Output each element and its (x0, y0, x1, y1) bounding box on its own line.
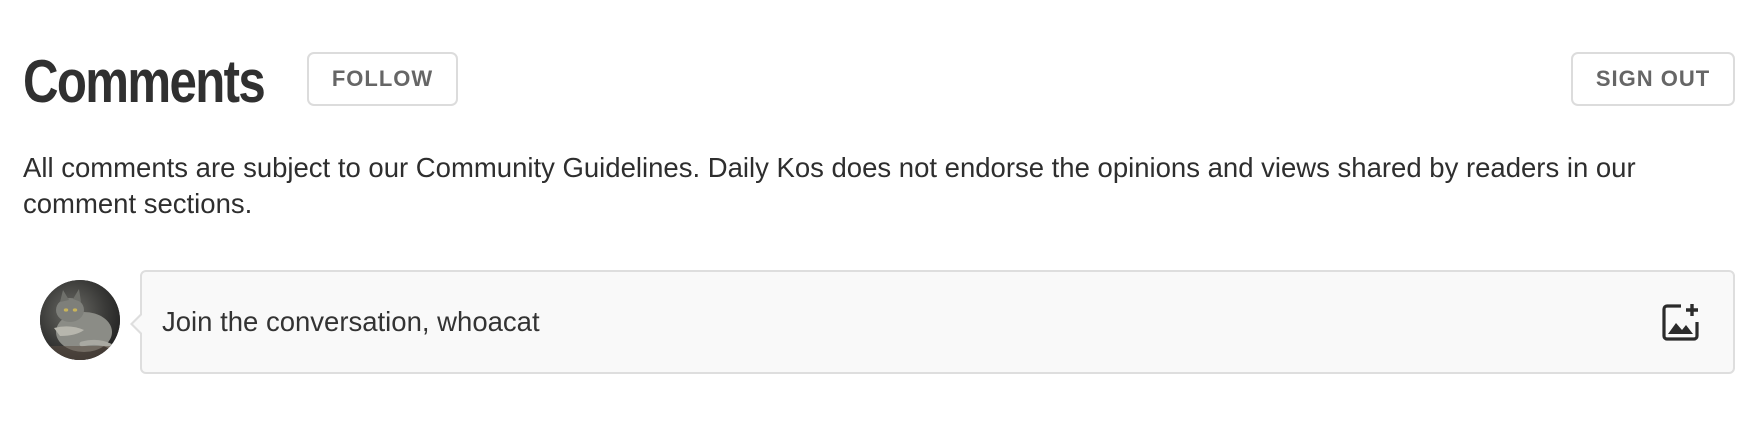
composer-pointer (130, 312, 143, 336)
comments-section: Comments FOLLOW SIGN OUT All comments ar… (23, 40, 1735, 374)
comment-input[interactable]: Join the conversation, whoacat (130, 270, 1735, 374)
follow-button[interactable]: FOLLOW (307, 52, 458, 106)
comment-input-placeholder: Join the conversation, whoacat (162, 306, 540, 337)
cat-avatar-icon (40, 280, 120, 360)
sign-out-button[interactable]: SIGN OUT (1571, 52, 1735, 106)
user-avatar (40, 280, 120, 360)
comment-composer-row: Join the conversation, whoacat (40, 270, 1735, 374)
add-image-icon[interactable] (1661, 302, 1701, 342)
comments-header: Comments FOLLOW SIGN OUT (23, 40, 1735, 124)
community-guidelines-text: All comments are subject to our Communit… (23, 152, 1636, 219)
comments-title: Comments (23, 48, 266, 115)
